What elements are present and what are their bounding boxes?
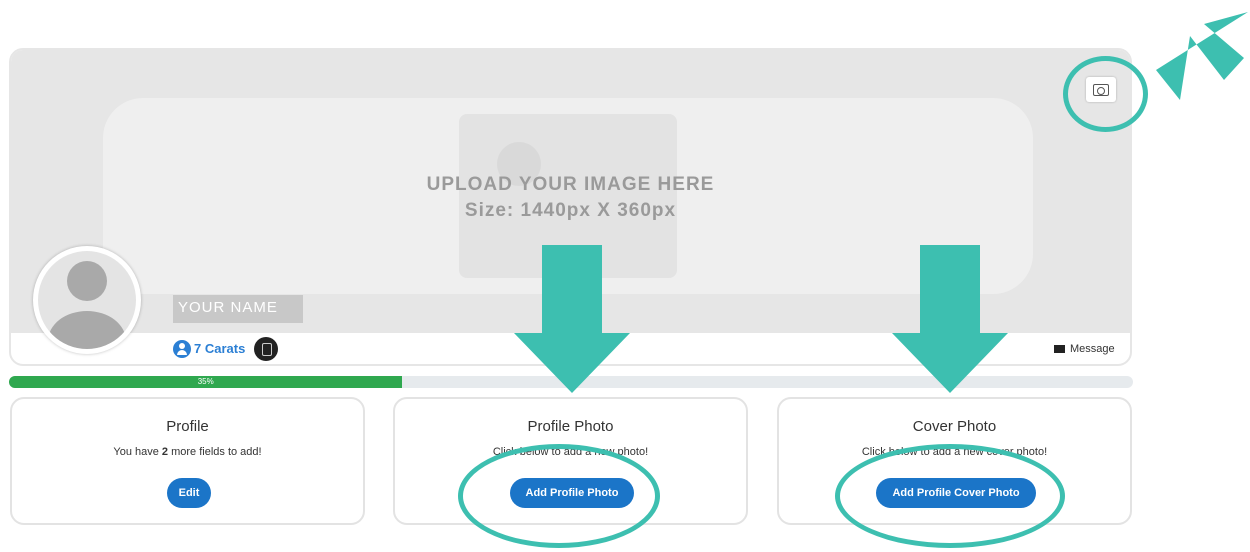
profile-card-title: Profile [166,418,209,435]
avatar[interactable] [33,246,141,354]
upload-instruction: UPLOAD YOUR IMAGE HERE [426,174,715,195]
progress-percent: 35% [197,377,214,386]
profile-card-description: You have 2 more fields to add! [113,446,262,458]
cover-photo-card-title: Cover Photo [912,418,997,435]
avatar-placeholder-icon [38,251,136,349]
down-arrow-icon [892,245,1008,393]
upload-size-hint: Size: 1440px X 360px [464,200,677,221]
cover-photo-highlight-circle [835,444,1065,548]
camera-highlight-circle [1063,56,1148,132]
profile-card: Profile You have 2 more fields to add! E… [10,397,365,525]
profile-name: YOUR NAME [178,299,278,316]
message-button[interactable]: Message [1054,343,1115,355]
diagonal-arrow-icon [1156,12,1248,100]
carats-label: 7 Carats [194,341,246,356]
envelope-icon [1054,345,1065,354]
edit-button[interactable]: Edit [167,478,211,508]
down-arrow-icon [514,245,630,393]
message-label: Message [1070,343,1115,355]
user-icon [173,340,191,358]
profile-photo-card-title: Profile Photo [527,418,614,435]
level-badge-icon[interactable] [254,337,278,361]
profile-photo-highlight-circle [458,444,660,548]
